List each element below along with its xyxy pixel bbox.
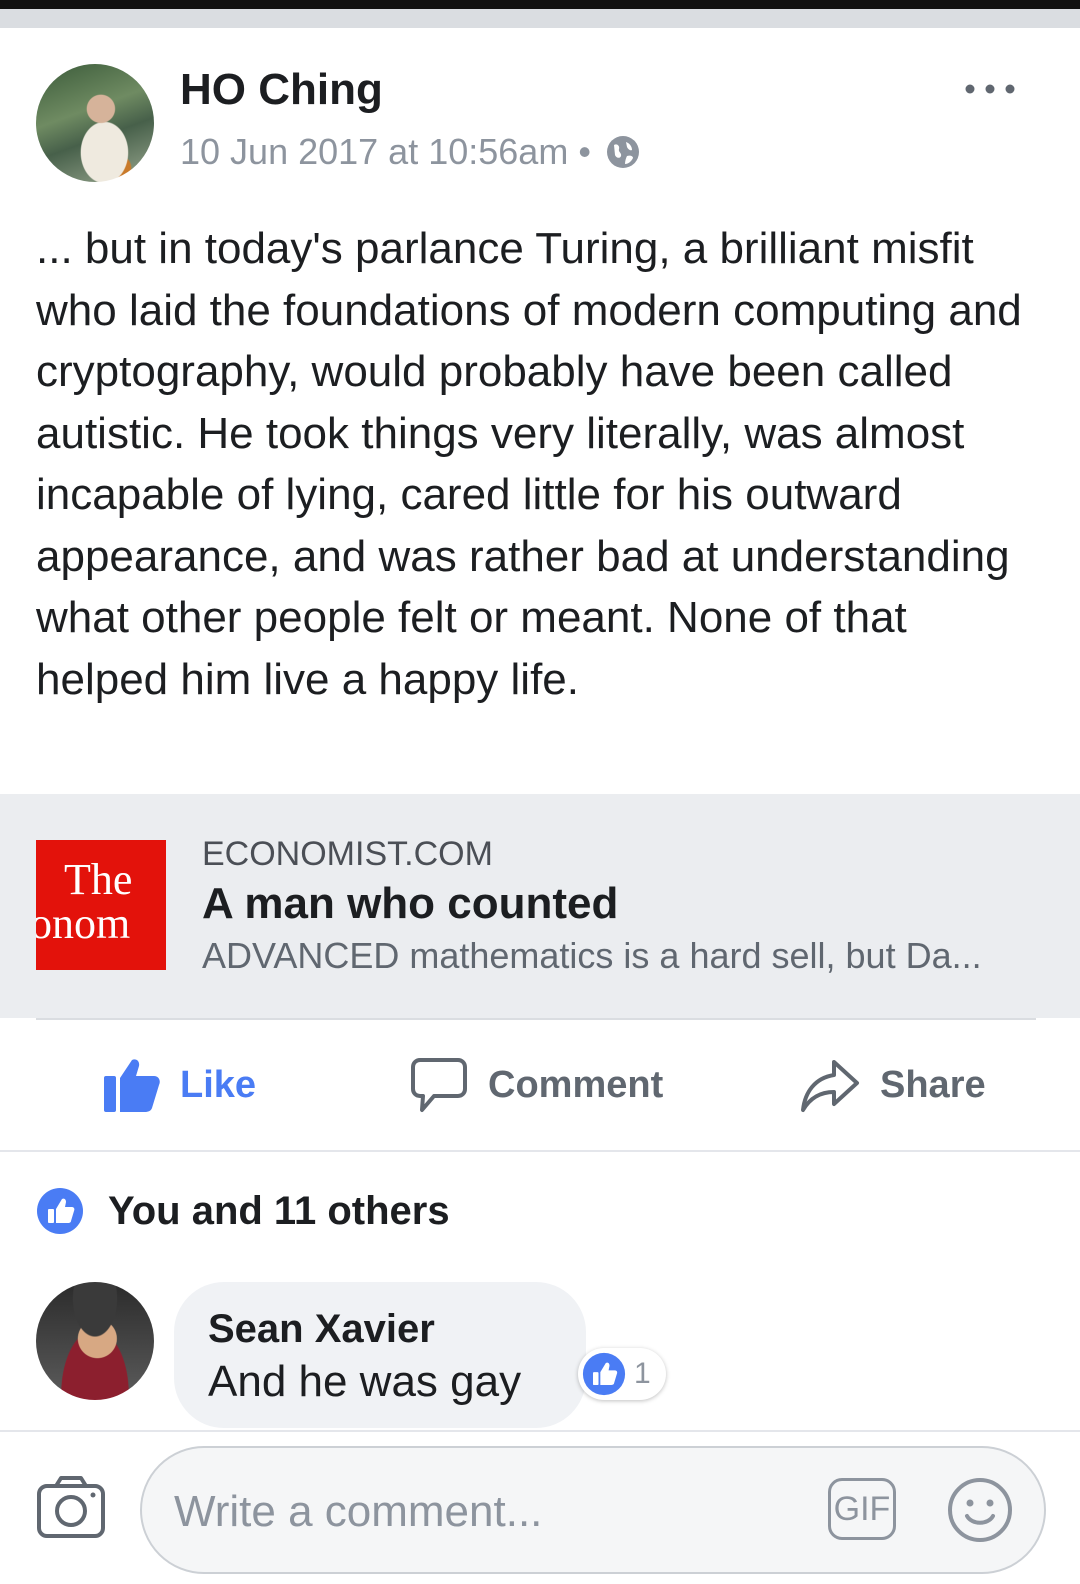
divider: [0, 1150, 1080, 1152]
comment-reaction-count[interactable]: 1: [578, 1348, 666, 1400]
comment-icon: [411, 1058, 467, 1112]
post-meta: 10 Jun 2017 at 10:56am •: [180, 130, 641, 174]
reactions-label: You and 11 others: [108, 1188, 450, 1233]
comment-bubble[interactable]: Sean Xavier And he was gay: [174, 1282, 586, 1428]
like-reaction-icon: [37, 1188, 83, 1234]
like-button[interactable]: Like: [102, 1050, 256, 1120]
link-preview-card[interactable]: The onom ECONOMIST.COM A man who counted…: [0, 794, 1080, 1018]
comment-button[interactable]: Comment: [410, 1050, 663, 1120]
comment-like-count: 1: [634, 1357, 651, 1390]
emoji-icon[interactable]: [946, 1476, 1014, 1544]
divider: [0, 1430, 1080, 1432]
status-bar: [0, 0, 1080, 9]
camera-icon[interactable]: [36, 1474, 106, 1540]
link-description: ADVANCED mathematics is a hard sell, but…: [202, 935, 982, 976]
comment-author[interactable]: Sean Xavier: [208, 1306, 435, 1352]
author-avatar[interactable]: [36, 64, 154, 182]
share-icon: [801, 1060, 859, 1112]
thumbs-up-icon: [104, 1059, 160, 1112]
post-text: ... but in today's parlance Turing, a br…: [36, 224, 1022, 704]
link-thumbnail: The onom: [36, 840, 166, 970]
post-timestamp[interactable]: 10 Jun 2017 at 10:56am: [180, 130, 568, 174]
commenter-avatar[interactable]: [36, 1282, 154, 1400]
divider: [36, 1018, 1036, 1020]
meta-separator: •: [578, 131, 591, 172]
share-label: Share: [880, 1063, 986, 1106]
thumbnail-text-line1: The: [64, 855, 133, 904]
globe-icon: [606, 136, 639, 168]
top-divider: [0, 9, 1080, 28]
thumbnail-text-line2: onom: [36, 899, 131, 948]
reactions-summary[interactable]: You and 11 others: [36, 1186, 450, 1236]
gif-button[interactable]: GIF: [828, 1478, 896, 1540]
more-options-icon[interactable]: [960, 72, 1020, 106]
like-label: Like: [180, 1063, 257, 1106]
comment-input[interactable]: [174, 1482, 774, 1542]
like-reaction-icon: [582, 1352, 626, 1396]
share-button[interactable]: Share: [800, 1050, 986, 1120]
comment-text: And he was gay: [208, 1357, 522, 1406]
comment-label: Comment: [488, 1063, 664, 1106]
link-domain: ECONOMIST.COM: [202, 835, 493, 873]
author-name[interactable]: HO Ching: [180, 64, 383, 116]
comment-composer[interactable]: GIF: [140, 1446, 1046, 1574]
link-title[interactable]: A man who counted: [202, 878, 618, 930]
